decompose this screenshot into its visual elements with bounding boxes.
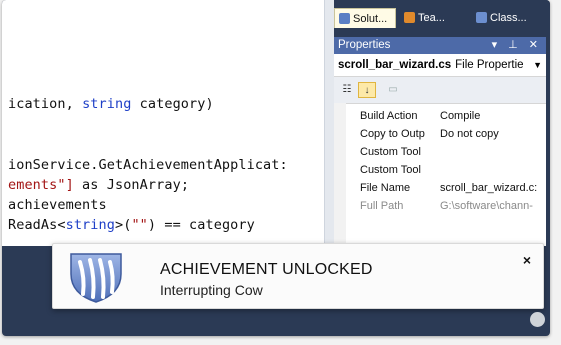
code-line-5: ReadAs<string>("") == category bbox=[8, 217, 255, 233]
chevron-down-icon: ▼ bbox=[533, 60, 542, 70]
class-view-icon bbox=[476, 12, 487, 23]
team-explorer-icon bbox=[404, 12, 415, 23]
property-value: Compile bbox=[440, 110, 481, 122]
properties-toolbar: ☷ ↓ ▭ bbox=[334, 77, 546, 104]
tool-tabs: Solut... Tea... Class... bbox=[334, 8, 550, 30]
tool-panel: Solut... Tea... Class... Properties ▾ ⊥ … bbox=[334, 0, 550, 246]
property-name: Custom Tool bbox=[360, 164, 421, 176]
property-name: Copy to Outp bbox=[360, 128, 425, 140]
property-row[interactable]: File Name scroll_bar_wizard.c: bbox=[334, 179, 546, 197]
property-row[interactable]: Copy to Outp Do not copy bbox=[334, 125, 546, 143]
properties-title-bar: Properties ▾ ⊥ ✕ bbox=[334, 37, 546, 54]
toast-title: ACHIEVEMENT UNLOCKED bbox=[160, 261, 373, 278]
screen-frame: ication, string category) ionService.Get… bbox=[2, 0, 550, 336]
toast-subtitle: Interrupting Cow bbox=[160, 282, 263, 298]
code-line-3: ements"] as JsonArray; bbox=[8, 177, 190, 193]
alphabetical-icon[interactable]: ↓ bbox=[358, 82, 376, 98]
object-name: scroll_bar_wizard.cs bbox=[338, 59, 452, 71]
tab-label: Class... bbox=[490, 12, 527, 24]
property-value: G:\software\chann- bbox=[440, 200, 533, 212]
property-value: scroll_bar_wizard.c: bbox=[440, 182, 538, 194]
property-row[interactable]: Build Action Compile bbox=[334, 107, 546, 125]
code-line-4: achievements bbox=[8, 197, 107, 213]
property-row[interactable]: Custom Tool bbox=[334, 161, 546, 179]
property-name: Custom Tool bbox=[360, 146, 421, 158]
status-indicator bbox=[530, 312, 545, 327]
tab-label: Tea... bbox=[418, 12, 445, 24]
property-name: Full Path bbox=[360, 200, 404, 212]
code-line-2: ionService.GetAchievementApplicat: bbox=[8, 157, 288, 173]
achievement-toast[interactable]: ACHIEVEMENT UNLOCKED Interrupting Cow × bbox=[52, 243, 544, 309]
tab-team-explorer[interactable]: Tea... bbox=[400, 8, 458, 28]
property-name: Build Action bbox=[360, 110, 418, 122]
property-name: File Name bbox=[360, 182, 411, 194]
tab-class-view[interactable]: Class... bbox=[472, 8, 546, 28]
properties-grid: scroll_bar_wizard.cs File Propertie ▼ ☷ ↓… bbox=[334, 54, 546, 246]
property-pages-icon[interactable]: ▭ bbox=[384, 82, 402, 98]
code-line-1: ication, string category) bbox=[8, 96, 214, 112]
solution-explorer-icon bbox=[339, 13, 350, 24]
object-selector[interactable]: scroll_bar_wizard.cs File Propertie ▼ bbox=[334, 54, 546, 77]
property-value: Do not copy bbox=[440, 128, 499, 140]
object-type: File Propertie bbox=[455, 59, 524, 71]
categorized-icon[interactable]: ☷ bbox=[338, 82, 356, 98]
tab-label: Solut... bbox=[353, 13, 388, 25]
close-icon[interactable]: × bbox=[523, 252, 531, 268]
properties-title: Properties bbox=[338, 39, 391, 51]
property-row[interactable]: Custom Tool bbox=[334, 143, 546, 161]
code-editor[interactable]: ication, string category) ionService.Get… bbox=[2, 0, 324, 246]
tab-solution-explorer[interactable]: Solut... bbox=[334, 8, 396, 28]
claw-shield-icon bbox=[70, 253, 122, 303]
window-controls[interactable]: ▾ ⊥ ✕ bbox=[492, 37, 542, 54]
property-row[interactable]: Full Path G:\software\chann- bbox=[334, 197, 546, 215]
